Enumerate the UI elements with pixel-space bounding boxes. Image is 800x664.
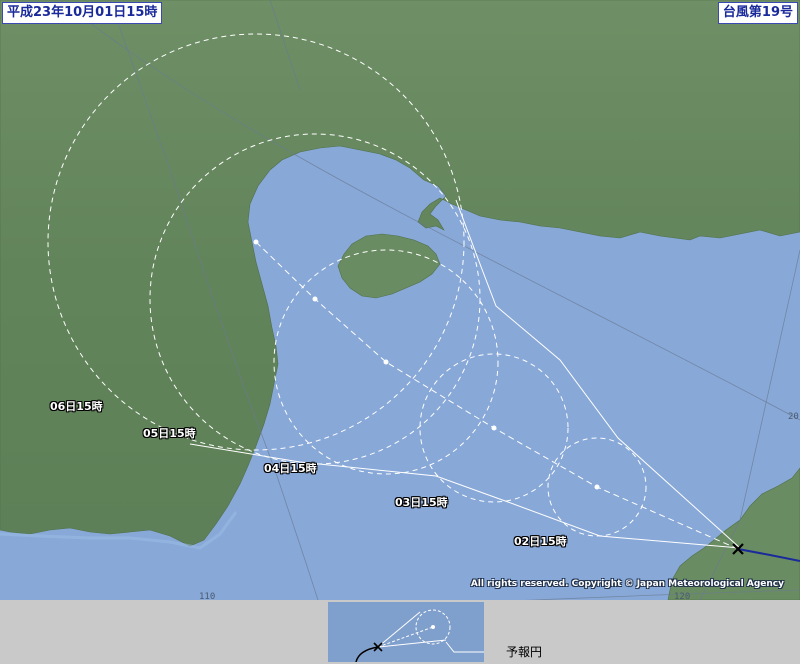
typhoon-track-map: 平成23年10月01日15時 台風第19号 02日15時 03日15時 04日1… — [0, 0, 800, 664]
copyright-notice: All rights reserved. Copyright © Japan M… — [470, 579, 784, 589]
dot-icon — [253, 239, 259, 245]
legend-label: 予報円 — [506, 645, 543, 659]
dot-icon — [491, 425, 497, 431]
dot-icon — [594, 484, 600, 490]
forecast-label-05: 05日15時 — [143, 427, 196, 440]
map-canvas — [0, 0, 800, 600]
dot-icon — [312, 296, 318, 302]
forecast-label-03: 03日15時 — [395, 496, 448, 509]
datetime-label: 平成23年10月01日15時 — [2, 2, 163, 24]
dot-icon — [383, 359, 389, 365]
latitude-20-label: 20 — [788, 412, 799, 422]
legend-thumbnail — [328, 602, 484, 662]
typhoon-name-label: 台風第19号 — [717, 2, 798, 24]
forecast-label-06: 06日15時 — [50, 400, 103, 413]
legend-diagram — [355, 609, 484, 662]
forecast-label-04: 04日15時 — [264, 462, 317, 475]
forecast-label-02: 02日15時 — [514, 535, 567, 548]
